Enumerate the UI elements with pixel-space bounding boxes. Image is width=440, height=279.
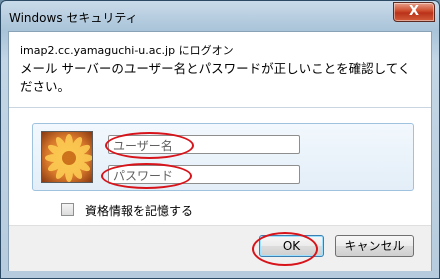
remember-checkbox[interactable] (61, 203, 74, 216)
username-input[interactable]: ユーザー名 (108, 135, 300, 154)
security-dialog: Windows セキュリティ X imap2.cc.yamaguchi-u.ac… (0, 0, 440, 279)
dialog-body: imap2.cc.yamaguchi-u.ac.jp にログオン メール サーバ… (8, 31, 432, 271)
close-button[interactable]: X (393, 2, 435, 22)
instruction-message: メール サーバーのユーザー名とパスワードが正しいことを確認してください。 (20, 61, 411, 94)
ok-button[interactable]: OK (259, 235, 324, 257)
remember-label[interactable]: 資格情報を記憶する (85, 202, 193, 219)
cancel-button[interactable]: キャンセル (335, 235, 414, 257)
button-bar: OK キャンセル (9, 225, 431, 271)
orange-flower-avatar-icon (41, 131, 93, 183)
logon-host-text: imap2.cc.yamaguchi-u.ac.jp にログオン (20, 44, 234, 57)
username-placeholder: ユーザー名 (113, 139, 173, 153)
close-icon: X (408, 4, 420, 19)
title-bar[interactable]: Windows セキュリティ X (1, 1, 439, 31)
password-placeholder: パスワード (113, 169, 174, 183)
credential-tile: ユーザー名 パスワード (32, 123, 414, 191)
password-input[interactable]: パスワード (108, 165, 300, 184)
window-title: Windows セキュリティ (9, 11, 138, 25)
heading-block: imap2.cc.yamaguchi-u.ac.jp にログオン メール サーバ… (9, 32, 431, 108)
